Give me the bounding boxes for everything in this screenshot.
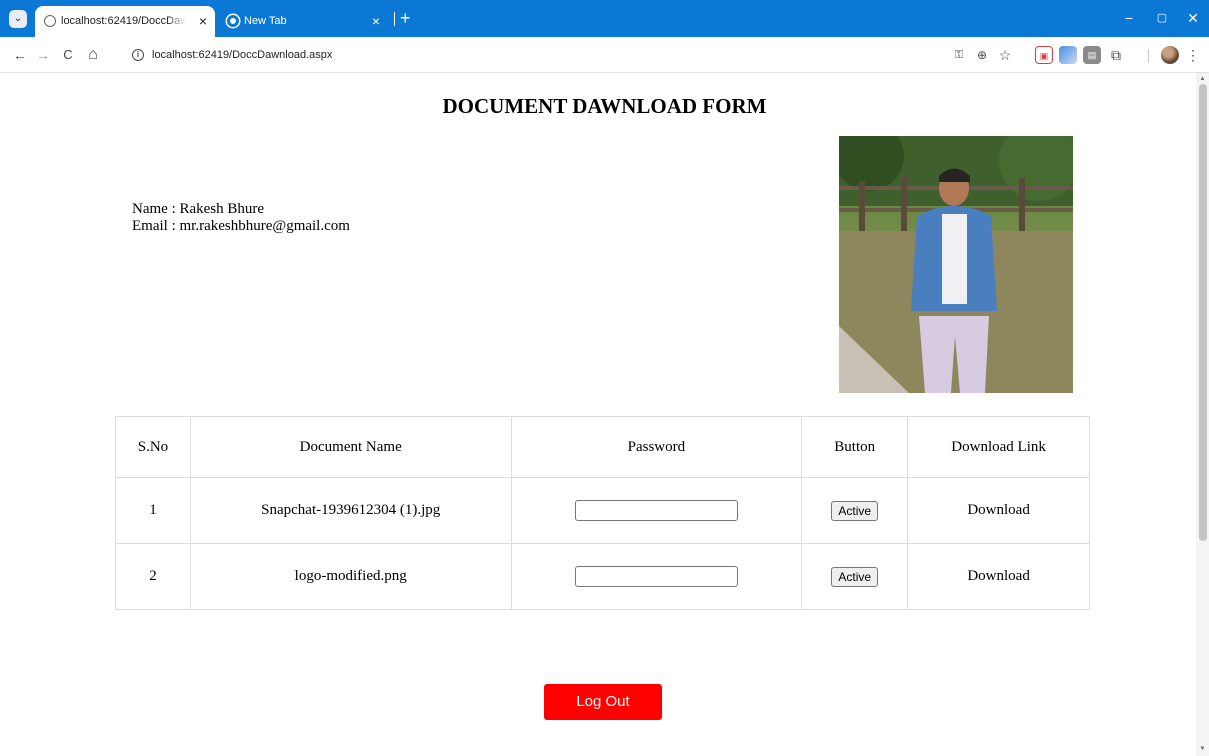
toolbar-separator: [1148, 49, 1149, 63]
menu-kebab-icon[interactable]: ⋮: [1184, 46, 1202, 64]
profile-photo-graphic: [839, 136, 1073, 393]
page-content: DOCUMENT DAWNLOAD FORM Name : Rakesh Bhu…: [0, 73, 1196, 756]
extensions-puzzle-icon[interactable]: ⧉: [1107, 46, 1125, 64]
cell-sno: 2: [115, 543, 191, 610]
tab-docc-dawnload[interactable]: localhost:62419/DoccDawnload.aspx ×: [35, 6, 215, 37]
download-link[interactable]: Download: [907, 543, 1090, 610]
logout-button[interactable]: Log Out: [544, 684, 662, 720]
header-button: Button: [801, 416, 909, 478]
header-download-link: Download Link: [907, 416, 1090, 478]
password-input[interactable]: [574, 566, 738, 587]
close-window-button[interactable]: ✕: [1173, 0, 1209, 37]
cell-document-name: logo-modified.png: [189, 543, 512, 610]
site-info-icon[interactable]: i: [132, 49, 144, 61]
scrollbar-thumb[interactable]: [1199, 84, 1207, 541]
tab-close-icon[interactable]: ×: [372, 6, 380, 37]
password-input[interactable]: [574, 500, 738, 521]
documents-table: S.No Document Name Password Button Downl…: [115, 416, 1090, 610]
cell-button: Active: [801, 477, 909, 544]
active-button[interactable]: Active: [831, 500, 879, 521]
table-row: 1 Snapchat-1939612304 (1).jpg Active Dow…: [115, 477, 1090, 544]
extension-screenshot-icon[interactable]: ▣: [1035, 46, 1053, 64]
cell-sno: 1: [115, 477, 191, 544]
user-name: Name : Rakesh Bhure: [132, 201, 265, 217]
tab-separator: [394, 12, 395, 26]
reload-button[interactable]: C: [58, 45, 78, 65]
profile-avatar[interactable]: [1161, 46, 1179, 64]
table-row: 2 logo-modified.png Active Download: [115, 543, 1090, 610]
browser-toolbar: ← → C ⌂ i localhost:62419/DoccDawnload.a…: [0, 37, 1209, 73]
tab-new-tab[interactable]: New Tab ×: [218, 6, 388, 37]
tab-search-chevron-icon[interactable]: ⌄: [9, 10, 27, 28]
active-button[interactable]: Active: [831, 566, 879, 587]
tab-strip: ⌄ localhost:62419/DoccDawnload.aspx × Ne…: [0, 0, 1209, 37]
extension-blue-icon[interactable]: [1059, 46, 1077, 64]
scroll-up-arrow-icon[interactable]: ▲: [1198, 75, 1207, 83]
extension-grey-icon[interactable]: ▤: [1083, 46, 1101, 64]
tab-title: New Tab: [244, 15, 287, 27]
tab-title: localhost:62419/DoccDawnload.aspx: [61, 15, 186, 27]
back-button[interactable]: ←: [10, 45, 30, 65]
cell-button: Active: [801, 543, 909, 610]
password-key-icon[interactable]: ⚿: [950, 46, 968, 64]
header-sno: S.No: [115, 416, 191, 478]
page-favicon-icon: [44, 15, 56, 27]
user-email: Email : mr.rakeshbhure@gmail.com: [132, 218, 350, 234]
header-document-name: Document Name: [189, 416, 512, 478]
zoom-icon[interactable]: ⊕: [973, 46, 991, 64]
address-bar[interactable]: i localhost:62419/DoccDawnload.aspx: [120, 41, 937, 69]
home-button[interactable]: ⌂: [83, 45, 103, 65]
forward-button[interactable]: →: [33, 45, 53, 65]
table-header-row: S.No Document Name Password Button Downl…: [115, 416, 1090, 478]
cell-password: [510, 543, 803, 610]
page-title: DOCUMENT DAWNLOAD FORM: [442, 94, 767, 118]
url-text[interactable]: localhost:62419/DoccDawnload.aspx: [152, 41, 332, 69]
cell-password: [510, 477, 803, 544]
profile-photo: [839, 136, 1073, 393]
bookmark-star-icon[interactable]: ☆: [996, 46, 1014, 64]
download-link[interactable]: Download: [907, 477, 1090, 544]
tab-close-icon[interactable]: ×: [199, 6, 207, 37]
header-password: Password: [510, 416, 803, 478]
new-tab-button[interactable]: +: [400, 3, 411, 33]
user-info: Name : Rakesh Bhure Email : mr.rakeshbhu…: [132, 201, 350, 235]
cell-document-name: Snapchat-1939612304 (1).jpg: [189, 477, 512, 544]
chrome-favicon-icon: [227, 15, 239, 27]
scroll-down-arrow-icon[interactable]: ▼: [1198, 745, 1207, 753]
